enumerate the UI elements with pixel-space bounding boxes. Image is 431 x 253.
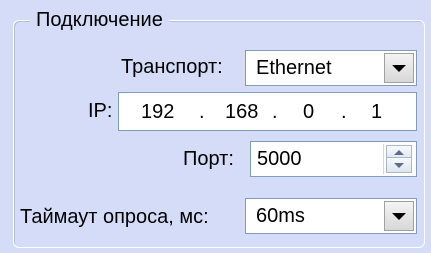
- port-spin-buttons: [383, 144, 414, 174]
- port-label: Порт:: [183, 148, 234, 170]
- port-value[interactable]: 5000: [257, 147, 302, 171]
- groupbox-title: Подключение: [30, 8, 169, 32]
- chevron-down-icon: [392, 65, 406, 72]
- transport-selected-value: Ethernet: [256, 57, 332, 79]
- timeout-dropdown-button[interactable]: [384, 201, 414, 231]
- ip-octet-3[interactable]: 0: [303, 100, 314, 124]
- ip-octet-2[interactable]: 168: [225, 100, 258, 124]
- timeout-selected-value: 60ms: [256, 205, 305, 227]
- transport-label: Транспорт:: [121, 56, 223, 78]
- ip-dot-3: .: [341, 101, 347, 123]
- timeout-dropdown[interactable]: 60ms: [245, 198, 417, 234]
- connection-settings-panel: Подключение Транспорт: Ethernet IP: 192 …: [0, 0, 431, 253]
- spin-down-button[interactable]: [386, 157, 412, 173]
- ip-address-field[interactable]: 192 . 168 . 0 . 1: [118, 92, 417, 131]
- ip-dot-1: .: [199, 101, 205, 123]
- ip-octet-4[interactable]: 1: [371, 100, 382, 124]
- ip-octet-1[interactable]: 192: [141, 100, 174, 124]
- chevron-down-icon: [392, 213, 406, 220]
- ip-label: IP:: [88, 100, 113, 122]
- port-spinner[interactable]: 5000: [250, 141, 417, 177]
- timeout-label: Таймаут опроса, мс:: [20, 206, 209, 228]
- spin-up-icon: [394, 150, 404, 155]
- transport-dropdown[interactable]: Ethernet: [245, 50, 417, 86]
- spin-down-icon: [394, 163, 404, 168]
- ip-dot-2: .: [272, 101, 278, 123]
- transport-dropdown-button[interactable]: [384, 53, 414, 83]
